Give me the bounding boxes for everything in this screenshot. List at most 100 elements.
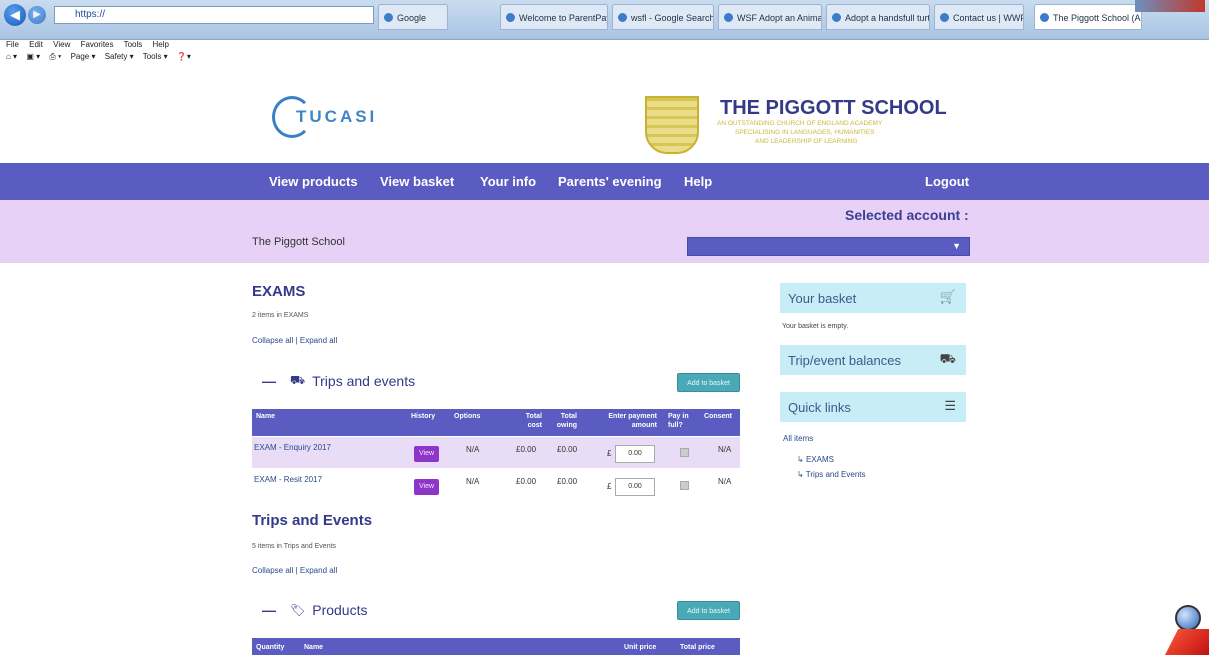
nav-view-products[interactable]: View products [269, 174, 358, 189]
browser-tab[interactable]: WSF Adopt an Animal [718, 4, 822, 30]
total-owing-value: £0.00 [557, 477, 578, 486]
truck-icon: ⛟ [290, 373, 306, 387]
exams-count: 2 items in EXAMS [252, 312, 309, 319]
account-bar [0, 200, 1209, 263]
browser-tab[interactable]: wsfl - Google Search [612, 4, 714, 30]
trips-heading: Trips and Events [252, 512, 373, 529]
tools-menu[interactable]: Tools ▾ [143, 52, 168, 61]
arrow-icon: ↳ [797, 455, 806, 464]
exams-collapse-expand: Collapse all | Expand all [252, 336, 337, 345]
ribbon-icon [1165, 629, 1209, 655]
browser-tab[interactable]: Welcome to ParentPay [500, 4, 608, 30]
col-unit-price: Unit price [624, 644, 657, 651]
your-basket-panel[interactable]: Your basket 🛒 [780, 283, 966, 313]
nav-logout[interactable]: Logout [925, 174, 969, 189]
products-section-header[interactable]: — 🏷 Products [262, 602, 367, 618]
basket-empty-text: Your basket is empty. [782, 323, 849, 330]
products-table-header: Quantity Name Unit price Total price [252, 638, 740, 655]
payment-amount-input[interactable]: 0.00 [615, 445, 655, 463]
school-tagline-3: AND LEADERSHIP of LEARNING [755, 138, 858, 145]
nav-parents-evening[interactable]: Parents' evening [558, 174, 662, 189]
balances-title: Trip/event balances [788, 353, 901, 368]
tag-icon: 🏷 [290, 603, 306, 617]
browser-tab[interactable]: Google [378, 4, 448, 30]
menu-help[interactable]: Help [153, 40, 169, 49]
trips-collapse-expand: Collapse all | Expand all [252, 566, 337, 575]
pay-in-full-checkbox[interactable] [680, 448, 689, 457]
add-to-basket-button[interactable]: Add to basket [677, 373, 740, 392]
col-total-cost: Total cost [525, 413, 542, 429]
quicklinks-title: Quick links [788, 400, 851, 415]
address-bar[interactable]: https:// [54, 6, 374, 24]
quick-links-panel[interactable]: Quick links ☰ [780, 392, 966, 422]
col-history: History [411, 413, 436, 420]
globe-icon [1175, 605, 1201, 631]
feeds-icon[interactable]: ▣ ▾ [26, 52, 40, 61]
organisation-name: The Piggott School [252, 236, 345, 248]
pay-in-full-checkbox[interactable] [680, 481, 689, 490]
print-icon[interactable]: ⎙ ▾ [49, 52, 61, 61]
quicklink-exams[interactable]: ↳ EXAMS [797, 455, 834, 464]
item-name-link[interactable]: EXAM - Enquiry 2017 [254, 443, 331, 452]
school-crest-icon [645, 96, 699, 154]
trip-balances-panel[interactable]: Trip/event balances ⛟ [780, 345, 966, 375]
collapse-icon[interactable]: — [262, 602, 276, 618]
collapse-icon[interactable]: — [262, 373, 276, 389]
page-menu[interactable]: Page ▾ [71, 52, 96, 61]
menu-view[interactable]: View [53, 40, 70, 49]
tucasi-logo[interactable]: TUCASI [296, 107, 377, 127]
browser-tab-active[interactable]: The Piggott School (A... [1034, 4, 1142, 30]
col-pay-in-full: Pay in full? [668, 413, 689, 429]
expand-all-link[interactable]: Expand all [300, 566, 337, 575]
expand-all-link[interactable]: Expand all [300, 336, 337, 345]
nav-help[interactable]: Help [684, 174, 712, 189]
menu-edit[interactable]: Edit [29, 40, 43, 49]
exams-table-header: Name History Options Total cost Total ow… [252, 409, 740, 436]
trips-count: 5 items in Trips and Events [252, 543, 337, 550]
browser-menubar: File Edit View Favorites Tools Help [0, 40, 1209, 52]
nav-your-info[interactable]: Your info [480, 174, 536, 189]
truck-icon: ⛟ [939, 351, 956, 366]
col-name: Name [256, 413, 276, 420]
all-items-link[interactable]: All items [783, 434, 813, 443]
selected-account-label: Selected account : [845, 207, 969, 223]
section-title: Products [312, 602, 368, 618]
currency-symbol: £ [607, 482, 612, 491]
collapse-all-link[interactable]: Collapse all [252, 566, 293, 575]
col-total-price: Total price [680, 644, 715, 651]
menu-tools[interactable]: Tools [124, 40, 143, 49]
collapse-all-link[interactable]: Collapse all [252, 336, 293, 345]
trips-events-section-header[interactable]: — ⛟ Trips and events [262, 373, 415, 389]
nav-view-basket[interactable]: View basket [380, 174, 454, 189]
menu-file[interactable]: File [6, 40, 19, 49]
forward-button[interactable]: ▶ [28, 6, 46, 24]
account-select[interactable]: ▼ [687, 237, 970, 256]
quicklink-trips-events[interactable]: ↳ Trips and Events [797, 470, 866, 479]
browser-command-bar: ⌂ ▾ ▣ ▾ ⎙ ▾ Page ▾ Safety ▾ Tools ▾ ❓▾ [0, 52, 1209, 65]
shopping-cart-icon: 🛒 [939, 289, 956, 304]
view-history-button[interactable]: View [414, 479, 439, 495]
item-name-link[interactable]: EXAM - Resit 2017 [254, 475, 322, 484]
home-icon[interactable]: ⌂ ▾ [6, 52, 17, 61]
help-icon[interactable]: ❓▾ [177, 52, 191, 61]
back-button[interactable]: ◀ [4, 4, 26, 26]
browser-tab[interactable]: Contact us | WWF [934, 4, 1024, 30]
basket-title: Your basket [788, 291, 857, 306]
view-history-button[interactable]: View [414, 446, 439, 462]
window-controls[interactable] [1135, 0, 1205, 12]
col-options: Options [454, 413, 481, 420]
safety-menu[interactable]: Safety ▾ [105, 52, 134, 61]
col-consent: Consent [704, 413, 732, 420]
payment-amount-input[interactable]: 0.00 [615, 478, 655, 496]
list-icon: ☰ [944, 398, 956, 413]
browser-tab[interactable]: Adopt a handsfull turtle [826, 4, 930, 30]
table-row: EXAM - Resit 2017 View N/A £0.00 £0.00 £… [252, 468, 740, 499]
chevron-down-icon: ▼ [952, 241, 961, 251]
table-row: EXAM - Enquiry 2017 View N/A £0.00 £0.00… [252, 437, 740, 468]
menu-favorites[interactable]: Favorites [81, 40, 114, 49]
options-value: N/A [466, 477, 480, 486]
exams-heading: EXAMS [252, 283, 306, 300]
options-value: N/A [466, 445, 480, 454]
add-to-basket-button[interactable]: Add to basket [677, 601, 740, 620]
security-badge-icon[interactable] [1165, 603, 1209, 655]
